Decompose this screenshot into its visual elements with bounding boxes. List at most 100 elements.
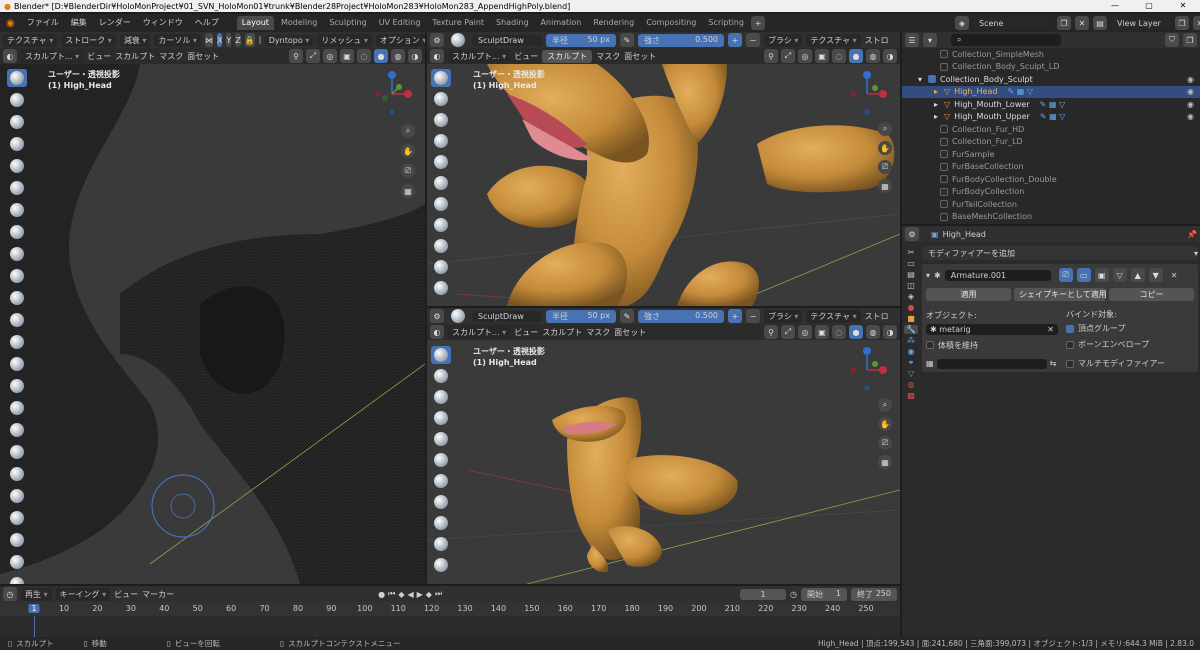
outliner-row[interactable]: ▸ ▽ High_Head ✎ ▦ ▽ ◉ — [902, 85, 1200, 98]
radius-pressure-icon[interactable]: ✎ — [620, 309, 634, 323]
data-tab-icon[interactable]: ▽ — [908, 369, 914, 378]
collection-checkbox[interactable] — [928, 75, 936, 84]
tool-grab[interactable] — [7, 333, 27, 351]
tab-sculpting[interactable]: Sculpting — [324, 16, 371, 30]
collection-checkbox[interactable] — [940, 50, 948, 59]
menu-sculpt[interactable]: スカルプト — [542, 49, 593, 63]
vertex-groups-checkbox[interactable] — [1066, 324, 1074, 333]
frame-ruler[interactable]: 1 10 20 30 40 50 60 70 80 90 100 110 120 130 140 150 160… — [0, 602, 900, 616]
shading-wireframe-icon[interactable]: ◌ — [832, 49, 846, 63]
editor-type-icon[interactable]: ◐ — [430, 49, 444, 63]
symmetry-z-button[interactable]: Z — [235, 33, 241, 47]
mode-dropdown[interactable]: スカルプト... — [448, 325, 511, 339]
tool-blob[interactable] — [431, 451, 451, 469]
zoom-icon[interactable]: ⌕ — [878, 398, 892, 412]
tool-elastic[interactable] — [7, 355, 27, 373]
tool-draw-face-sets[interactable] — [7, 575, 27, 584]
xray-toggle-icon[interactable]: ▣ — [340, 49, 354, 63]
remove-modifier-icon[interactable]: ✕ — [1171, 271, 1178, 280]
tool-crease[interactable] — [431, 195, 451, 213]
current-frame-field[interactable]: 1 — [740, 588, 787, 600]
menu-render[interactable]: レンダー — [93, 14, 137, 32]
tool-clay-strips[interactable] — [431, 111, 451, 129]
radius-pressure-icon[interactable]: ✎ — [620, 33, 634, 47]
scene-name-field[interactable]: Scene — [973, 17, 1053, 29]
tool-layer[interactable] — [431, 132, 451, 150]
tool-smooth[interactable] — [431, 493, 451, 511]
collection-checkbox[interactable] — [940, 212, 948, 221]
tool-tab-icon[interactable]: ✂ — [908, 248, 915, 257]
tab-layout[interactable]: Layout — [236, 16, 274, 30]
clock-icon[interactable]: ◷ — [790, 590, 797, 599]
brush-dropdown[interactable]: ブラシ — [764, 309, 803, 323]
collection-checkbox[interactable] — [940, 162, 948, 171]
shading-solid-icon[interactable]: ● — [374, 49, 388, 63]
pan-hand-icon[interactable]: ✋ — [878, 417, 892, 431]
menu-sculpt[interactable]: スカルプト — [542, 327, 582, 338]
visibility-eye-icon[interactable]: ◉ — [1187, 75, 1194, 84]
tool-mask[interactable] — [7, 553, 27, 571]
outliner-row[interactable]: ▸ ▽ High_Mouth_Upper ✎ ▦ ▽ ◉ — [902, 111, 1200, 124]
zoom-icon[interactable]: ⌕ — [878, 122, 892, 136]
brush-preview-icon[interactable] — [451, 33, 465, 47]
pan-hand-icon[interactable]: ✋ — [878, 141, 892, 155]
modifier-name-field[interactable]: Armature.001 — [944, 269, 1051, 281]
zoom-icon[interactable]: ⌕ — [401, 124, 415, 138]
shading-material-icon[interactable]: ◍ — [866, 49, 880, 63]
menu-mask[interactable]: マスク — [159, 51, 183, 62]
mode-dropdown[interactable]: スカルプト... — [21, 49, 84, 63]
xray-toggle-icon[interactable]: ▣ — [815, 49, 829, 63]
filter-icon[interactable]: ⛉ — [1165, 33, 1179, 47]
tool-smooth[interactable] — [431, 216, 451, 234]
tool-draw[interactable] — [7, 69, 27, 87]
menu-sculpt[interactable]: スカルプト — [115, 51, 155, 62]
direction-add-button[interactable]: + — [728, 309, 742, 323]
record-icon[interactable]: ● — [378, 590, 385, 599]
mode-dropdown[interactable]: スカルプト... — [448, 49, 511, 63]
tool-inflate[interactable] — [431, 153, 451, 171]
direction-subtract-button[interactable]: − — [746, 309, 760, 323]
visibility-eye-icon[interactable]: ◉ — [1187, 100, 1194, 109]
menu-face-sets[interactable]: 面セット — [614, 327, 646, 338]
tool-smooth[interactable] — [7, 223, 27, 241]
invert-icon[interactable]: ⇆ — [1050, 359, 1057, 368]
close-button[interactable]: ✕ — [1166, 0, 1200, 12]
menu-face-sets[interactable]: 面セット — [187, 51, 219, 62]
tool-blob[interactable] — [431, 174, 451, 192]
delete-view-layer-icon[interactable]: ✕ — [1193, 16, 1200, 30]
apply-as-shapekey-button[interactable]: シェイプキーとして適用 — [1014, 288, 1107, 301]
tool-draw[interactable] — [431, 346, 451, 364]
dyntopo-checkbox[interactable] — [258, 36, 261, 44]
strength-slider[interactable]: 強さ 0.500 — [638, 309, 724, 323]
prev-keyframe-icon[interactable]: ◆ — [398, 590, 404, 599]
texture-dropdown[interactable]: テクスチャ — [806, 309, 861, 323]
material-tab-icon[interactable]: ◍ — [908, 380, 915, 389]
tool-blob[interactable] — [7, 179, 27, 197]
camera-icon[interactable]: ⎚ — [878, 436, 892, 450]
collection-checkbox[interactable] — [940, 175, 948, 184]
symmetry-icon[interactable]: ⋈ — [204, 33, 213, 47]
outliner-row[interactable]: Collection_SimpleMesh — [902, 48, 1200, 61]
delete-scene-icon[interactable]: ✕ — [1075, 16, 1089, 30]
tool-scrape[interactable] — [431, 279, 451, 297]
brush-name-field[interactable]: SculptDraw — [472, 310, 542, 322]
grid-perspective-icon[interactable]: ▦ — [878, 455, 892, 469]
xray-toggle-icon[interactable]: ▣ — [815, 325, 829, 339]
editor-type-icon[interactable]: ◐ — [3, 49, 17, 63]
shading-rendered-icon[interactable]: ◑ — [408, 49, 422, 63]
collection-checkbox[interactable] — [940, 150, 948, 159]
menu-view[interactable]: ビュー — [514, 327, 538, 338]
navigation-gizmo[interactable] — [370, 70, 418, 118]
grid-perspective-icon[interactable]: ▦ — [878, 179, 892, 193]
menu-mask[interactable]: マスク — [586, 327, 610, 338]
overlay-toggle-icon[interactable]: ◎ — [798, 325, 812, 339]
brush-settings-icon[interactable]: ⚙ — [430, 33, 444, 47]
visibility-eye-icon[interactable]: ◉ — [1187, 112, 1194, 121]
view-layer-tab-icon[interactable]: ◫ — [907, 281, 915, 290]
texture-tab-icon[interactable]: ▩ — [907, 391, 915, 400]
vertex-group-field[interactable] — [936, 358, 1047, 369]
collection-checkbox[interactable] — [940, 187, 948, 196]
collection-checkbox[interactable] — [940, 200, 948, 209]
view-layer-field[interactable]: View Layer — [1111, 17, 1171, 29]
move-down-icon[interactable]: ▼ — [1148, 268, 1163, 282]
